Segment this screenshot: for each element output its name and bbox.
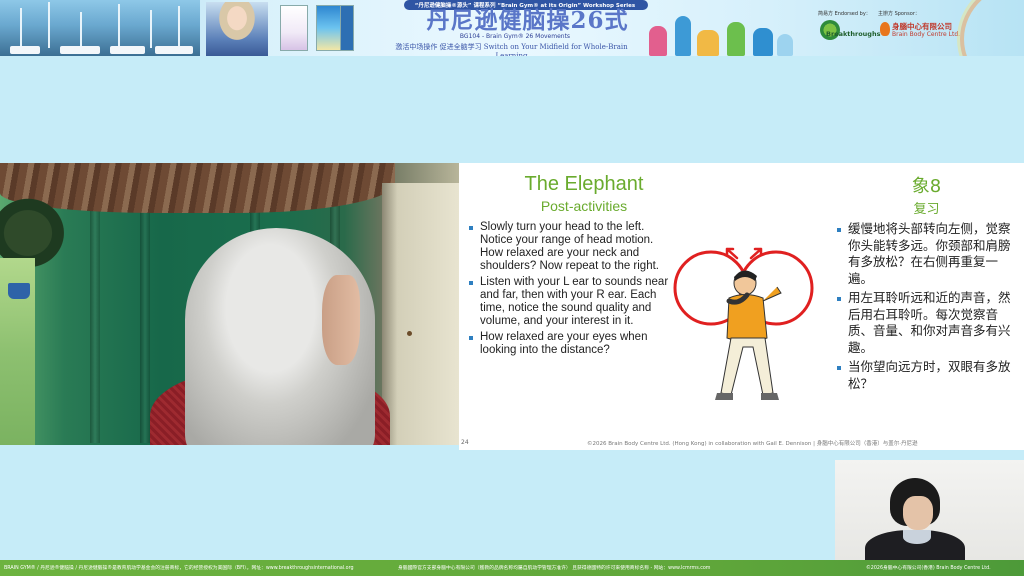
presenter-photo	[206, 2, 268, 56]
bullet-icon	[469, 336, 473, 340]
list-item: 当你望向远方时，双眼有多放松？	[837, 359, 1017, 392]
footer-right-text: ©2026身腦中心有限公司(香港) Brain Body Centre Ltd.	[866, 566, 991, 571]
book-cover-icon	[280, 5, 308, 51]
slide-title-cn: 象8	[911, 176, 942, 197]
cup	[8, 283, 30, 299]
presenter-webcam	[0, 163, 459, 445]
head-icon	[880, 22, 890, 36]
sponsor-label: 主辦方 Sponsor：	[878, 11, 920, 17]
endorsed-label: 简易方 Endorsed by：	[818, 11, 871, 17]
participant-collar	[903, 530, 931, 544]
list-item: 用左耳聆听远和近的声音，然后用右耳聆听。每次觉察音质、音量、和你对声音多有兴趣。	[837, 290, 1017, 356]
list-item: Listen with your L ear to sounds near an…	[469, 276, 674, 328]
presentation-slide: The Elephant Post-activities 象8 复习 Slowl…	[459, 163, 1024, 450]
workshop-banner: “丹尼逊健脑操®源头” 课程系列 “Brain Gym® at its Orig…	[0, 0, 1024, 56]
participant-webcam	[835, 460, 1024, 560]
bullet-icon	[469, 226, 473, 230]
children-illustration	[645, 12, 795, 56]
instructions-en: Slowly turn your head to the left. Notic…	[469, 221, 674, 360]
list-item: How relaxed are your eyes when looking i…	[469, 331, 674, 357]
list-item: Slowly turn your head to the left. Notic…	[469, 221, 674, 273]
footer-left-text: BRAIN GYM® / 丹尼逊®健脑操 / 丹尼逊健腦操®是教育肌动学基金会的…	[4, 566, 354, 571]
footer-middle-text: 身腦國際官方支部身腦中心有限公司（獲教的品牌名称均屬自肌动学管理方准许） 且获得…	[398, 566, 711, 571]
door	[382, 183, 459, 445]
slide-subtitle-en: Post-activities	[540, 198, 628, 214]
rainbow-decoration	[960, 0, 1024, 56]
sponsor-name-en: Brain Body Centre Ltd.	[892, 31, 961, 38]
banner-tagline: 激活中场操作 促进全脑学习 Switch on Your Midfield fo…	[395, 43, 628, 56]
book-cover-icon	[340, 5, 354, 51]
slide-subtitle-cn: 复习	[913, 202, 940, 217]
bullet-icon	[469, 281, 473, 285]
course-line: BG104 - Brain Gym® 26 Movements	[459, 33, 571, 40]
harbor-photo	[0, 0, 200, 56]
bullet-icon	[837, 228, 841, 232]
banner-title: 丹尼逊健脑操26式	[426, 7, 629, 34]
instructions-cn: 缓慢地将头部转向左侧，觉察你头能转多远。你颈部和肩膀有多放松？在右侧再重复一遍。…	[837, 221, 1017, 395]
brain-body-centre-logo: 身腦中心有限公司 Brain Body Centre Ltd.	[880, 22, 960, 42]
doorknob	[407, 331, 412, 336]
list-item: 缓慢地将头部转向左侧，觉察你头能转多远。你颈部和肩膀有多放松？在右侧再重复一遍。	[837, 221, 1017, 287]
presenter-face	[322, 275, 360, 365]
slide-footer: 24 ©2026 Brain Body Centre Ltd. (Hong Ko…	[459, 439, 1024, 450]
bullet-icon	[837, 366, 841, 370]
breakthroughs-logo: Breakthroughs	[820, 18, 880, 42]
slide-copyright: ©2026 Brain Body Centre Ltd. (Hong Kong)…	[587, 441, 918, 447]
bullet-icon	[837, 297, 841, 301]
page-number: 24	[461, 439, 469, 446]
slide-title-en: The Elephant	[524, 173, 644, 195]
participant-face	[903, 496, 933, 530]
endorser-name: Breakthroughs	[826, 30, 881, 38]
elephant-figure-illustration	[673, 247, 814, 400]
footer-strip: BRAIN GYM® / 丹尼逊®健脑操 / 丹尼逊健腦操®是教育肌动学基金会的…	[0, 560, 1024, 576]
